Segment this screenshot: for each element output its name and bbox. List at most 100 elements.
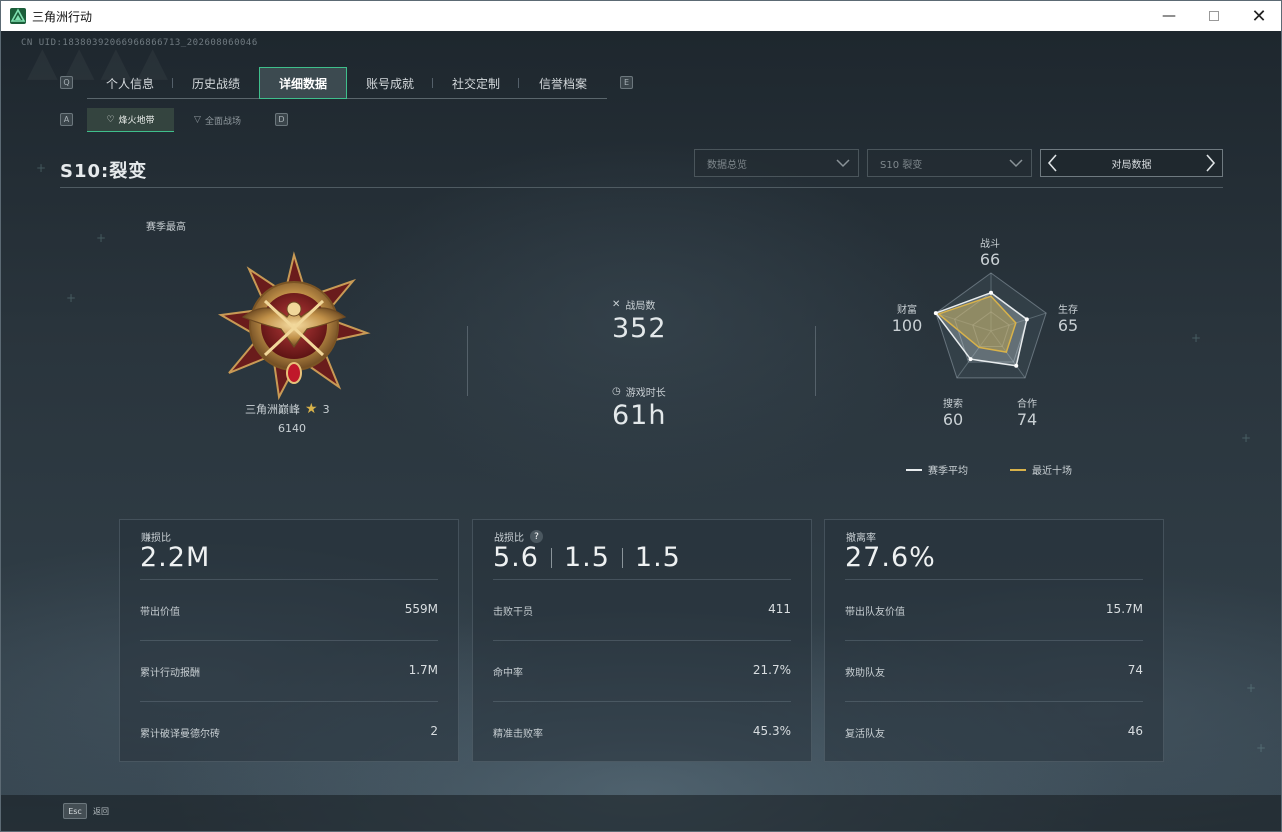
decor-plus: + bbox=[1256, 741, 1267, 755]
dropdown-value: S10 裂变 bbox=[880, 159, 923, 171]
card-value: 1.5 bbox=[563, 542, 610, 573]
tab-credit-profile[interactable]: 信誉档案 bbox=[519, 67, 607, 99]
decor-plus: + bbox=[1241, 431, 1252, 445]
row-label: 累计破译曼德尔砖 bbox=[140, 729, 220, 740]
row-label: 救助队友 bbox=[845, 668, 885, 679]
row-label: 带出价值 bbox=[140, 607, 180, 618]
row-value: 74 bbox=[1127, 663, 1143, 677]
radar-value: 74 bbox=[1016, 410, 1038, 429]
row-value: 559M bbox=[404, 602, 438, 616]
back-button[interactable]: Esc 返回 bbox=[63, 803, 109, 819]
rank-stars: 3 bbox=[322, 402, 330, 416]
card-row: 带出队友价值 15.7M bbox=[845, 579, 1143, 640]
crossed-swords-icon: ✕ bbox=[612, 299, 621, 310]
tab-beacon-zone[interactable]: ♡ 烽火地带 bbox=[87, 108, 174, 132]
card-row: 击败干员 411 bbox=[493, 579, 791, 640]
matches-value: 352 bbox=[612, 313, 667, 344]
season-dropdown[interactable]: S10 裂变 bbox=[867, 149, 1032, 177]
radar-point bbox=[968, 357, 973, 362]
close-button[interactable]: ✕ bbox=[1236, 1, 1281, 31]
radar-label: 生存 bbox=[1058, 305, 1078, 316]
bottom-bar: Esc 返回 bbox=[1, 795, 1281, 831]
star-icon: ★ bbox=[305, 401, 318, 417]
minimize-button[interactable]: — bbox=[1146, 1, 1192, 31]
chevron-left-icon[interactable] bbox=[1047, 153, 1059, 177]
tab-left-key[interactable]: Q bbox=[60, 76, 73, 89]
card-row: 带出价值 559M bbox=[140, 579, 438, 640]
rank-score: 6140 bbox=[278, 422, 306, 435]
esc-key: Esc bbox=[63, 803, 87, 819]
tab-full-battlefield[interactable]: ▽ 全面战场 bbox=[174, 108, 261, 132]
maximize-icon bbox=[1209, 11, 1219, 21]
legend-swatch bbox=[1010, 468, 1026, 471]
decor-plus: + bbox=[1246, 681, 1257, 695]
divider bbox=[815, 326, 816, 396]
decor-plus: + bbox=[96, 231, 107, 245]
overview-dropdown[interactable]: 数据总览 bbox=[694, 149, 859, 177]
card-kd-ratio: 战损比? 5.6 1.5 1.5 击败干员 411 命中率 21.7% 精准击败率 45.… bbox=[472, 519, 812, 762]
window-title: 三角洲行动 bbox=[32, 10, 93, 24]
radar-axis-cooperation: 合作 74 bbox=[1014, 395, 1040, 429]
beacon-icon: ♡ bbox=[106, 114, 115, 125]
subtab-left-key[interactable]: A bbox=[60, 113, 73, 126]
row-label: 累计行动报酬 bbox=[140, 668, 200, 679]
row-value: 15.7M bbox=[1105, 602, 1143, 616]
decor-plus: + bbox=[1191, 331, 1202, 345]
tab-personal-info[interactable]: 个人信息 bbox=[87, 67, 173, 99]
card-row: 累计破译曼德尔砖 2 bbox=[140, 701, 438, 762]
season-title: S10:裂变 bbox=[60, 161, 148, 182]
chevron-right-icon[interactable] bbox=[1204, 153, 1216, 177]
tab-label: 历史战绩 bbox=[191, 76, 240, 91]
rank-emblem bbox=[217, 251, 372, 401]
card-row: 救助队友 74 bbox=[845, 640, 1143, 701]
minimize-icon: — bbox=[1162, 8, 1176, 24]
radar-axis-wealth: 财富 100 bbox=[889, 301, 925, 335]
radar-label: 战斗 bbox=[980, 239, 1000, 250]
row-value: 411 bbox=[768, 602, 791, 616]
tab-detailed-data[interactable]: 详细数据 bbox=[259, 67, 347, 99]
playtime-value: 61h bbox=[612, 400, 667, 431]
row-label: 复活队友 bbox=[845, 729, 885, 740]
back-label: 返回 bbox=[93, 806, 109, 816]
game-content: ▲▲▲▲ CN UID:18380392066966866713_2026080… bbox=[1, 31, 1281, 831]
radar-label: 合作 bbox=[1017, 399, 1037, 410]
tab-match-history[interactable]: 历史战绩 bbox=[173, 67, 259, 99]
radar-axis-search: 搜索 60 bbox=[940, 395, 966, 429]
subtab-right-key[interactable]: D bbox=[275, 113, 288, 126]
decor-plus: + bbox=[66, 291, 77, 305]
mode-tabs: ♡ 烽火地带 ▽ 全面战场 bbox=[87, 108, 261, 132]
tab-label: 个人信息 bbox=[105, 76, 154, 91]
ability-radar: 战斗 66 生存 65 合作 74 搜索 60 财富 100 bbox=[881, 231, 1101, 431]
decor-plus: + bbox=[36, 161, 47, 175]
tab-right-key[interactable]: E bbox=[620, 76, 633, 89]
radar-axis-survival: 生存 65 bbox=[1055, 301, 1081, 335]
legend-season-avg: 赛季平均 bbox=[906, 462, 968, 477]
tab-social-custom[interactable]: 社交定制 bbox=[433, 67, 519, 99]
tab-achievements[interactable]: 账号成就 bbox=[347, 67, 433, 99]
tab-label: 信誉档案 bbox=[538, 76, 587, 91]
row-value: 1.7M bbox=[408, 663, 438, 677]
radar-value: 100 bbox=[891, 316, 923, 335]
tab-label: 社交定制 bbox=[451, 76, 500, 91]
card-value: 27.6% bbox=[845, 542, 936, 573]
radar-label: 搜索 bbox=[943, 399, 963, 410]
legend-swatch bbox=[906, 468, 922, 471]
maximize-button[interactable] bbox=[1191, 1, 1237, 31]
tab-label: 全面战场 bbox=[204, 116, 241, 127]
playtime-label: 游戏时长 bbox=[625, 388, 666, 399]
title-bar: 三角洲行动 — ✕ bbox=[1, 1, 1281, 31]
main-tabs: 个人信息 历史战绩 详细数据 账号成就 社交定制 信誉档案 bbox=[87, 67, 607, 99]
row-value: 46 bbox=[1127, 724, 1143, 738]
battlefield-icon: ▽ bbox=[194, 115, 201, 125]
player-uid: CN UID:18380392066966866713_202608060046 bbox=[21, 38, 258, 48]
card-extraction-rate: 撤离率 27.6% 带出队友价值 15.7M 救助队友 74 复活队友 46 bbox=[824, 519, 1164, 762]
radar-point bbox=[1014, 363, 1019, 368]
pager-label: 对局数据 bbox=[1111, 159, 1152, 171]
chevron-down-icon bbox=[1009, 154, 1023, 175]
tab-label: 烽火地带 bbox=[118, 116, 155, 126]
radar-point bbox=[1024, 317, 1029, 322]
radar-value: 65 bbox=[1057, 316, 1079, 335]
playtime-stat: ◷ 游戏时长 61h bbox=[612, 384, 666, 431]
row-value: 2 bbox=[430, 724, 438, 738]
card-row: 精准击败率 45.3% bbox=[493, 701, 791, 762]
